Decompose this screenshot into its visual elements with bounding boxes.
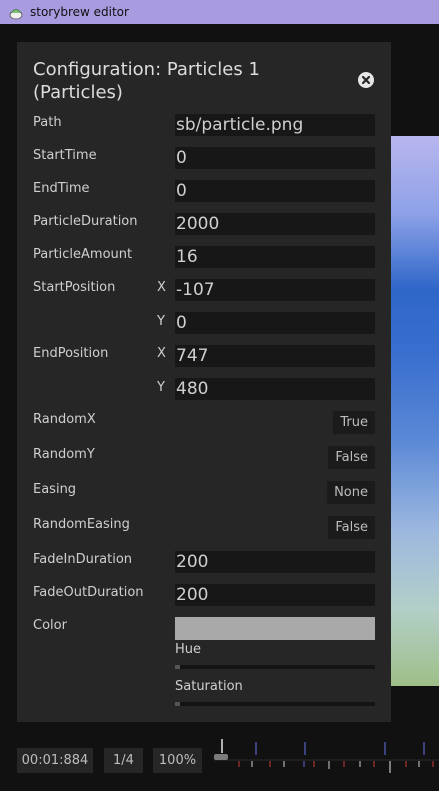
random-x-toggle[interactable]: True bbox=[333, 411, 375, 434]
end-position-y-label: Y bbox=[157, 380, 165, 395]
path-label: Path bbox=[33, 115, 62, 130]
random-x-label: RandomX bbox=[33, 412, 96, 427]
hue-slider-handle[interactable] bbox=[175, 665, 180, 669]
random-y-label: RandomY bbox=[33, 447, 95, 462]
end-position-x-label: X bbox=[157, 346, 166, 361]
hue-slider[interactable] bbox=[175, 665, 375, 669]
particle-duration-input[interactable]: 2000 bbox=[175, 213, 375, 235]
saturation-slider[interactable] bbox=[175, 702, 375, 706]
start-position-x-label: X bbox=[157, 280, 166, 295]
start-position-x-input[interactable]: -107 bbox=[175, 279, 375, 301]
close-icon[interactable] bbox=[358, 72, 374, 88]
saturation-label: Saturation bbox=[175, 679, 243, 694]
path-input[interactable]: sb/particle.png bbox=[175, 114, 375, 136]
random-easing-label: RandomEasing bbox=[33, 517, 130, 532]
end-time-input[interactable]: 0 bbox=[175, 180, 375, 202]
panel-title: Configuration: Particles 1 (Particles) bbox=[33, 59, 260, 103]
start-position-y-input[interactable]: 0 bbox=[175, 312, 375, 334]
fade-in-duration-input[interactable]: 200 bbox=[175, 551, 375, 573]
start-position-label: StartPosition bbox=[33, 280, 116, 295]
window-title: storybrew editor bbox=[30, 5, 129, 19]
fade-out-duration-label: FadeOutDuration bbox=[33, 585, 144, 600]
random-y-toggle[interactable]: False bbox=[328, 446, 375, 469]
color-swatch[interactable] bbox=[175, 617, 375, 640]
end-position-label: EndPosition bbox=[33, 346, 109, 361]
end-position-x-input[interactable]: 747 bbox=[175, 345, 375, 367]
particle-amount-input[interactable]: 16 bbox=[175, 246, 375, 268]
timeline-bar: 00:01:884 1/4 100% bbox=[0, 735, 439, 785]
easing-select[interactable]: None bbox=[327, 481, 375, 504]
hue-label: Hue bbox=[175, 642, 202, 657]
start-position-y-label: Y bbox=[157, 314, 165, 329]
start-time-input[interactable]: 0 bbox=[175, 147, 375, 169]
timeline-scrubber[interactable] bbox=[214, 735, 439, 785]
window-titlebar: storybrew editor bbox=[0, 0, 439, 24]
fade-out-duration-input[interactable]: 200 bbox=[175, 584, 375, 606]
fade-in-duration-label: FadeInDuration bbox=[33, 552, 133, 567]
start-time-label: StartTime bbox=[33, 148, 97, 163]
saturation-slider-handle[interactable] bbox=[175, 702, 180, 706]
page-indicator[interactable]: 1/4 bbox=[104, 748, 143, 773]
color-label: Color bbox=[33, 618, 67, 633]
storybrew-app-icon bbox=[8, 4, 24, 20]
configuration-panel: Configuration: Particles 1 (Particles) P… bbox=[17, 42, 391, 722]
end-time-label: EndTime bbox=[33, 181, 90, 196]
easing-label: Easing bbox=[33, 482, 77, 497]
random-easing-toggle[interactable]: False bbox=[328, 516, 375, 539]
end-position-y-input[interactable]: 480 bbox=[175, 378, 375, 400]
particle-amount-label: ParticleAmount bbox=[33, 247, 133, 262]
timeline-playhead[interactable] bbox=[214, 754, 228, 760]
current-time-display[interactable]: 00:01:884 bbox=[17, 748, 93, 773]
storyboard-preview[interactable] bbox=[390, 136, 439, 686]
zoom-level[interactable]: 100% bbox=[153, 748, 202, 773]
particle-duration-label: ParticleDuration bbox=[33, 214, 138, 229]
